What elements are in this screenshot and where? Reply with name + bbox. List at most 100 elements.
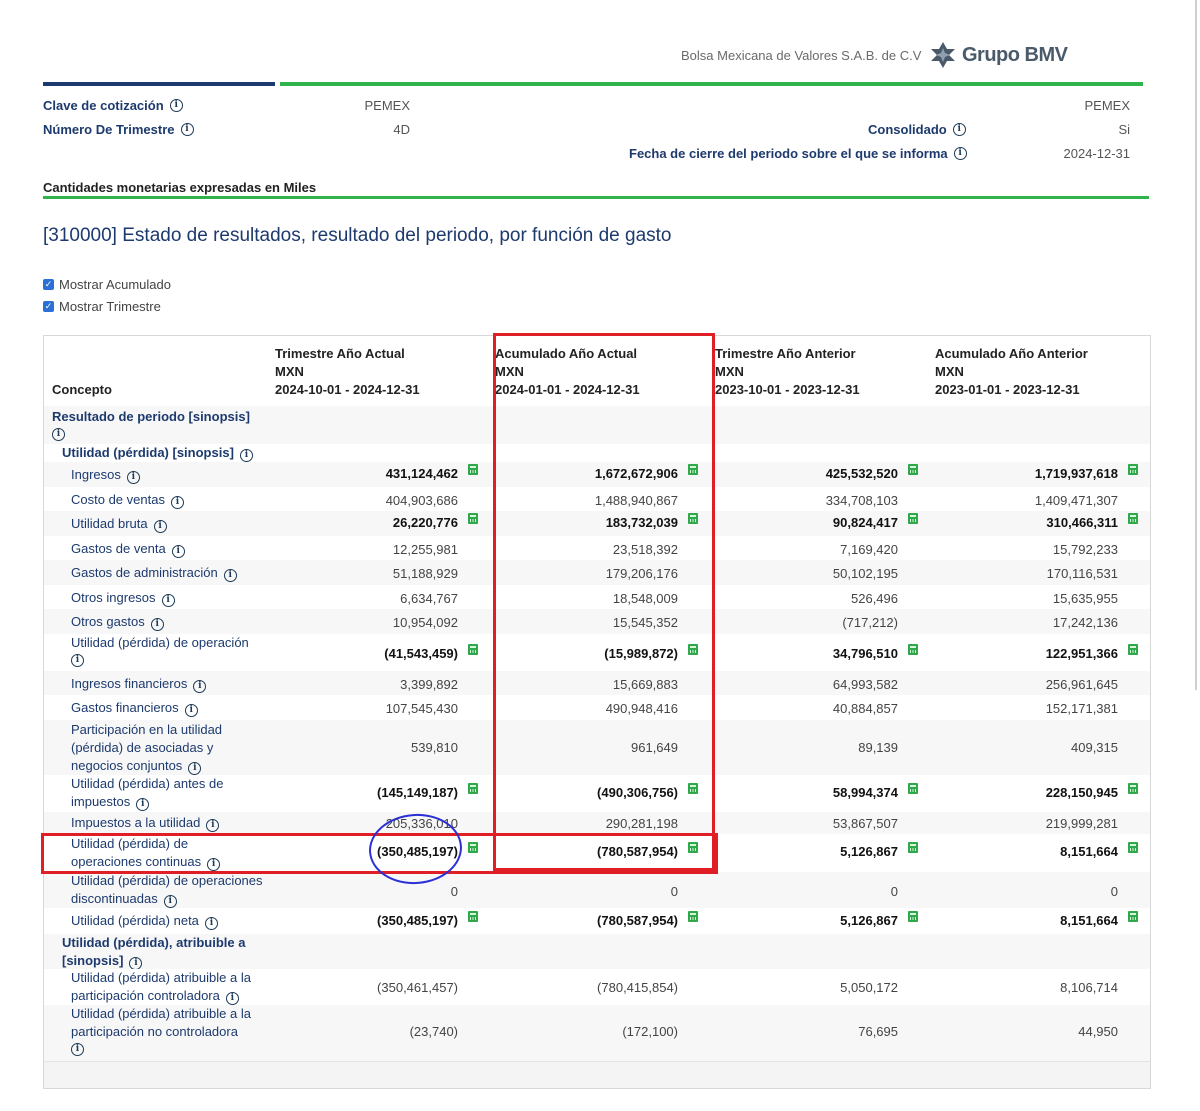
calculator-icon[interactable]	[908, 911, 918, 922]
info-icon[interactable]: i	[150, 618, 164, 631]
cell-value: 50,102,195	[832, 566, 898, 581]
cell-value: 0	[890, 884, 898, 899]
info-icon[interactable]: i	[180, 123, 194, 136]
info-icon[interactable]: i	[206, 819, 220, 832]
calculator-icon[interactable]	[468, 464, 478, 475]
info-icon[interactable]: i	[170, 496, 184, 509]
cell-value: 5,126,867	[840, 913, 898, 928]
cell-value: 17,242,136	[1052, 615, 1118, 630]
calculator-icon[interactable]	[908, 513, 918, 524]
calculator-icon[interactable]	[688, 644, 698, 655]
info-icon[interactable]: i	[204, 917, 218, 930]
calculator-icon[interactable]	[468, 842, 478, 853]
info-icon[interactable]: i	[71, 654, 84, 667]
table-row: Impuestos a la utilidad i 205,336,010 290,2…	[44, 812, 1150, 835]
cell-value: 8,151,664	[1060, 913, 1118, 928]
cell-value: 89,139	[858, 740, 898, 755]
section-label: Utilidad (pérdida), atribuible a [sinops…	[62, 935, 246, 970]
calculator-icon[interactable]	[908, 464, 918, 475]
calculator-icon[interactable]	[688, 464, 698, 475]
calculator-icon[interactable]	[688, 842, 698, 853]
info-icon[interactable]: i	[223, 569, 237, 582]
scrollbar-track[interactable]	[1195, 0, 1197, 690]
concept-label: Otros ingresos i	[71, 589, 291, 607]
info-icon[interactable]: i	[952, 123, 966, 136]
currency-note: Cantidades monetarias expresadas en Mile…	[43, 180, 317, 195]
header-divider-green	[280, 82, 1143, 86]
info-icon[interactable]: i	[193, 680, 207, 693]
info-icon[interactable]: i	[184, 704, 198, 717]
calculator-icon[interactable]	[688, 911, 698, 922]
info-icon[interactable]: i	[71, 1043, 84, 1056]
table-row: Utilidad (pérdida) de operación i (41,543,…	[44, 634, 1150, 672]
calculator-icon[interactable]	[908, 842, 918, 853]
calculator-icon[interactable]	[688, 513, 698, 524]
table-header: Concepto Trimestre Año Actual MXN 2024-1…	[44, 336, 1150, 407]
calculator-icon[interactable]	[468, 513, 478, 524]
calculator-icon[interactable]	[908, 783, 918, 794]
info-icon[interactable]: i	[136, 798, 150, 811]
concept-label: Impuestos a la utilidad i	[71, 814, 291, 832]
mostrar-acumulado-checkbox[interactable]: ✓	[43, 279, 54, 290]
info-icon[interactable]: i	[169, 99, 183, 112]
cell-value: 1,409,471,307	[1034, 493, 1118, 508]
cell-value: 539,810	[411, 740, 458, 755]
mostrar-acumulado-option[interactable]: ✓ Mostrar Acumulado	[43, 277, 171, 292]
concept-label: Utilidad bruta i	[71, 515, 291, 533]
cell-value: 228,150,945	[1045, 785, 1118, 800]
calculator-icon[interactable]	[1128, 644, 1138, 655]
info-icon[interactable]: i	[163, 895, 177, 908]
cell-value: 0	[1110, 884, 1118, 899]
calculator-icon[interactable]	[1128, 783, 1138, 794]
table-row: Utilidad (pérdida) neta i (350,485,197) (78…	[44, 908, 1150, 935]
info-icon[interactable]: i	[239, 449, 253, 462]
grupo-bmv-logo[interactable]: Grupo BMV	[928, 40, 1068, 70]
cell-value: 3,399,892	[400, 677, 458, 692]
concept-label: Ingresos i	[71, 466, 291, 484]
cell-value: 34,796,510	[832, 646, 898, 661]
cell-value: 205,336,010	[385, 816, 458, 831]
consolidado-label: Consolidado i	[868, 122, 966, 137]
calculator-icon[interactable]	[908, 644, 918, 655]
info-icon[interactable]: i	[953, 147, 967, 160]
table-row: Utilidad (pérdida) de operaciones discon…	[44, 872, 1150, 909]
cell-value: 44,950	[1078, 1024, 1118, 1039]
page-title: [310000] Estado de resultados, resultado…	[43, 225, 672, 246]
info-icon[interactable]: i	[188, 762, 202, 775]
info-icon[interactable]: i	[161, 594, 175, 607]
cell-value: 8,151,664	[1060, 844, 1118, 859]
cell-value: 26,220,776	[392, 515, 458, 530]
table-row: Ingresos financieros i 3,399,892 15,669,883…	[44, 671, 1150, 696]
cell-value: 1,672,672,906	[594, 466, 678, 481]
info-icon[interactable]: i	[153, 520, 167, 533]
cell-value: 425,532,520	[825, 466, 898, 481]
info-icon[interactable]: i	[171, 545, 185, 558]
cell-value: 40,884,857	[832, 701, 898, 716]
consolidado-value: Si	[1118, 122, 1130, 137]
table-row: Participación en la utilidad (pérdida) d…	[44, 720, 1150, 776]
info-icon[interactable]: i	[52, 428, 65, 441]
info-icon[interactable]: i	[225, 992, 239, 1005]
cell-value: 15,669,883	[612, 677, 678, 692]
mostrar-trimestre-option[interactable]: ✓ Mostrar Trimestre	[43, 299, 161, 314]
calculator-icon[interactable]	[1128, 464, 1138, 475]
cell-value: (41,543,459)	[384, 646, 458, 661]
cell-value: 122,951,366	[1045, 646, 1118, 661]
mostrar-trimestre-checkbox[interactable]: ✓	[43, 301, 54, 312]
calculator-icon[interactable]	[468, 644, 478, 655]
cell-value: (780,415,854)	[597, 980, 678, 995]
calculator-icon[interactable]	[1128, 513, 1138, 524]
calculator-icon[interactable]	[1128, 842, 1138, 853]
info-icon[interactable]: i	[126, 471, 140, 484]
calculator-icon[interactable]	[1128, 911, 1138, 922]
cell-value: 51,188,929	[392, 566, 458, 581]
cell-value: (350,485,197)	[377, 844, 458, 859]
info-icon[interactable]: i	[207, 858, 221, 871]
calculator-icon[interactable]	[468, 911, 478, 922]
table-row: Utilidad (pérdida) [sinopsis] i	[44, 444, 1150, 463]
column-header-acumulado-actual: Acumulado Año Actual MXN 2024-01-01 - 20…	[495, 346, 640, 397]
calculator-icon[interactable]	[468, 783, 478, 794]
cell-value: 6,634,767	[400, 591, 458, 606]
cell-value: 53,867,507	[832, 816, 898, 831]
calculator-icon[interactable]	[688, 783, 698, 794]
